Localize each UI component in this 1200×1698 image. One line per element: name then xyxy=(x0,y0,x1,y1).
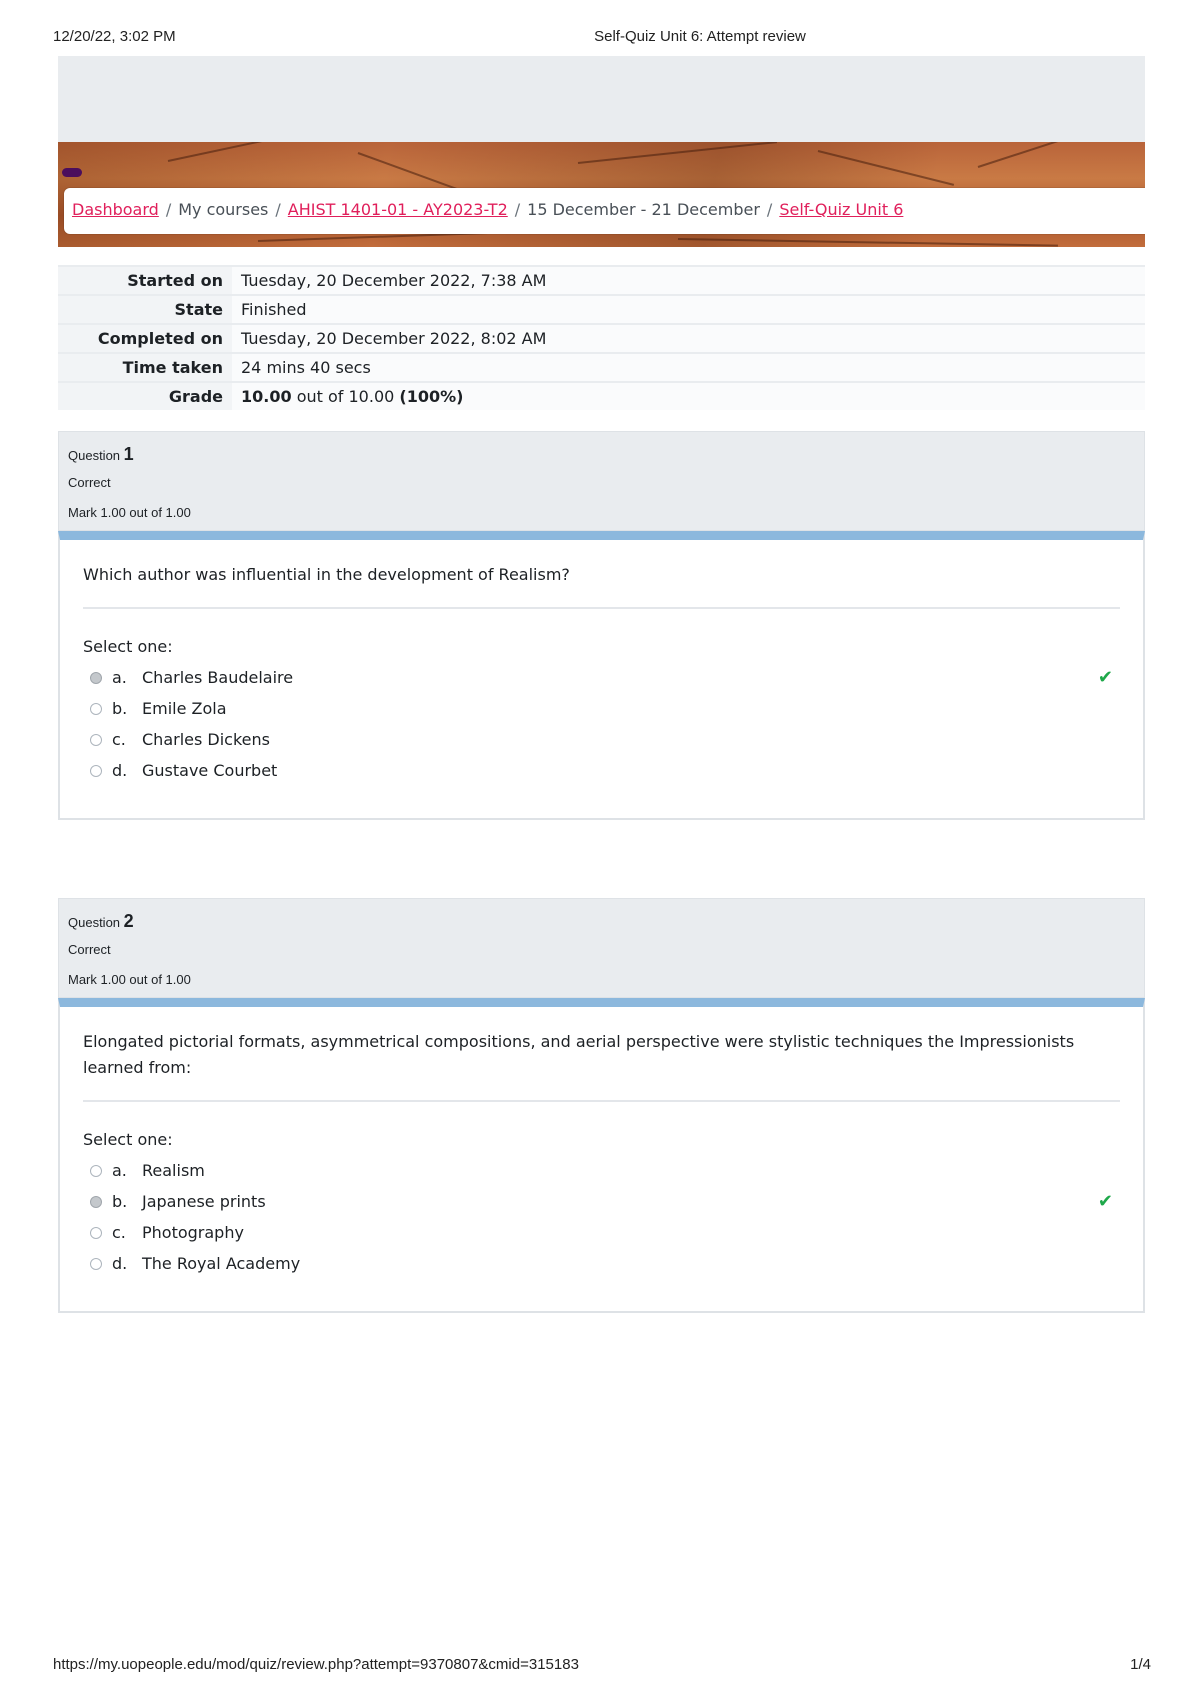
question-number-value: 1 xyxy=(123,444,134,464)
breadcrumb-separator: / xyxy=(766,200,773,219)
question-mark: Mark 1.00 out of 1.00 xyxy=(68,972,191,987)
radio-button-selected[interactable] xyxy=(90,671,102,684)
breadcrumb-separator: / xyxy=(165,200,172,219)
answer-text: The Royal Academy xyxy=(142,1254,301,1273)
radio-button[interactable] xyxy=(90,1226,102,1239)
radio-button[interactable] xyxy=(90,764,102,777)
answer-text: Charles Baudelaire xyxy=(142,668,294,687)
breadcrumb-container: Dashboard / My courses / AHIST 1401-01 - AY2… xyxy=(64,188,1145,234)
answer-letter: a. xyxy=(112,1161,127,1180)
banner-toggle-pill[interactable] xyxy=(62,168,82,177)
summary-label: Time taken xyxy=(58,352,232,382)
print-url: https://my.uopeople.edu/mod/quiz/review.… xyxy=(53,1656,579,1673)
answer-letter: d. xyxy=(112,761,128,780)
answer-list: a. Charles Baudelaire ✔ b. Emile Zola c.… xyxy=(90,662,1143,786)
breadcrumb: Dashboard / My courses / AHIST 1401-01 - AY2… xyxy=(72,200,903,219)
answer-text: Japanese prints xyxy=(142,1192,266,1211)
question-1: Question 1 Correct Mark 1.00 out of 1.00… xyxy=(58,431,1145,820)
correct-check-icon: ✔ xyxy=(1097,667,1113,688)
summary-label: Grade xyxy=(58,381,232,410)
answer-letter: c. xyxy=(112,1223,126,1242)
summary-label: State xyxy=(58,294,232,324)
question-content: Elongated pictorial formats, asymmetrica… xyxy=(58,998,1145,1313)
question-text: Elongated pictorial formats, asymmetrica… xyxy=(83,1029,1120,1102)
summary-row-time: Time taken 24 mins 40 secs xyxy=(58,352,1145,382)
grade-score: 10.00 xyxy=(241,387,292,406)
answer-option[interactable]: c. Photography xyxy=(90,1217,1143,1248)
breadcrumb-course-link[interactable]: AHIST 1401-01 - AY2023-T2 xyxy=(288,200,508,219)
summary-row-completed: Completed on Tuesday, 20 December 2022, … xyxy=(58,323,1145,353)
radio-button-selected[interactable] xyxy=(90,1195,102,1208)
radio-button[interactable] xyxy=(90,702,102,715)
answer-letter: a. xyxy=(112,668,127,687)
question-label: Question xyxy=(68,915,121,930)
question-label: Question xyxy=(68,448,121,463)
radio-button[interactable] xyxy=(90,733,102,746)
summary-label: Started on xyxy=(58,265,232,295)
summary-value: 10.00 out of 10.00 (100%) xyxy=(232,381,1145,410)
breadcrumb-separator: / xyxy=(275,200,281,219)
question-number-value: 2 xyxy=(123,911,134,931)
breadcrumb-my-courses: My courses xyxy=(178,200,269,219)
answer-letter: c. xyxy=(112,730,126,749)
summary-row-state: State Finished xyxy=(58,294,1145,324)
radio-button[interactable] xyxy=(90,1164,102,1177)
select-one-prompt: Select one: xyxy=(83,1130,173,1149)
course-banner: Dashboard / My courses / AHIST 1401-01 - AY2… xyxy=(58,142,1145,247)
summary-value: Tuesday, 20 December 2022, 7:38 AM xyxy=(232,265,1145,295)
answer-text: Emile Zola xyxy=(142,699,227,718)
answer-text: Photography xyxy=(142,1223,244,1242)
grade-out-of: out of 10.00 xyxy=(291,387,400,406)
select-one-prompt: Select one: xyxy=(83,637,173,656)
question-content: Which author was influential in the deve… xyxy=(58,531,1145,820)
breadcrumb-separator: / xyxy=(514,200,521,219)
question-state: Correct xyxy=(68,475,111,490)
question-info: Question 1 Correct Mark 1.00 out of 1.00 xyxy=(58,431,1145,531)
attempt-summary-table: Started on Tuesday, 20 December 2022, 7:… xyxy=(58,265,1145,410)
question-state: Correct xyxy=(68,942,111,957)
correct-check-icon: ✔ xyxy=(1097,1191,1113,1212)
grade-percent: (100%) xyxy=(399,387,464,406)
radio-button[interactable] xyxy=(90,1257,102,1270)
answer-list: a. Realism b. Japanese prints ✔ c. Photo… xyxy=(90,1155,1143,1279)
answer-option[interactable]: d. The Royal Academy xyxy=(90,1248,1143,1279)
answer-letter: b. xyxy=(112,699,128,718)
answer-letter: b. xyxy=(112,1192,128,1211)
answer-option[interactable]: b. Emile Zola xyxy=(90,693,1143,724)
top-navbar-area xyxy=(58,56,1145,142)
summary-value: Finished xyxy=(232,294,1145,324)
answer-option[interactable]: d. Gustave Courbet xyxy=(90,755,1143,786)
question-text: Which author was influential in the deve… xyxy=(83,562,1120,609)
summary-label: Completed on xyxy=(58,323,232,353)
question-info: Question 2 Correct Mark 1.00 out of 1.00 xyxy=(58,898,1145,998)
print-page-number: 1/4 xyxy=(1130,1656,1151,1673)
print-footer: https://my.uopeople.edu/mod/quiz/review.… xyxy=(0,1656,1200,1678)
answer-text: Gustave Courbet xyxy=(142,761,278,780)
answer-option[interactable]: a. Realism xyxy=(90,1155,1143,1186)
summary-value: 24 mins 40 secs xyxy=(232,352,1145,382)
breadcrumb-quiz-link[interactable]: Self-Quiz Unit 6 xyxy=(779,200,903,219)
print-title: Self-Quiz Unit 6: Attempt review xyxy=(594,28,806,45)
print-header: 12/20/22, 3:02 PM Self-Quiz Unit 6: Atte… xyxy=(0,28,1200,50)
breadcrumb-dashboard-link[interactable]: Dashboard xyxy=(72,200,159,219)
answer-letter: d. xyxy=(112,1254,128,1273)
question-number: Question 2 xyxy=(68,911,134,932)
answer-text: Charles Dickens xyxy=(142,730,270,749)
answer-option[interactable]: b. Japanese prints ✔ xyxy=(90,1186,1143,1217)
breadcrumb-week: 15 December - 21 December xyxy=(527,200,760,219)
answer-option[interactable]: a. Charles Baudelaire ✔ xyxy=(90,662,1143,693)
summary-row-grade: Grade 10.00 out of 10.00 (100%) xyxy=(58,381,1145,410)
question-mark: Mark 1.00 out of 1.00 xyxy=(68,505,191,520)
question-2: Question 2 Correct Mark 1.00 out of 1.00… xyxy=(58,898,1145,1313)
question-number: Question 1 xyxy=(68,444,134,465)
summary-value: Tuesday, 20 December 2022, 8:02 AM xyxy=(232,323,1145,353)
answer-text: Realism xyxy=(142,1161,205,1180)
answer-option[interactable]: c. Charles Dickens xyxy=(90,724,1143,755)
summary-row-started: Started on Tuesday, 20 December 2022, 7:… xyxy=(58,265,1145,295)
